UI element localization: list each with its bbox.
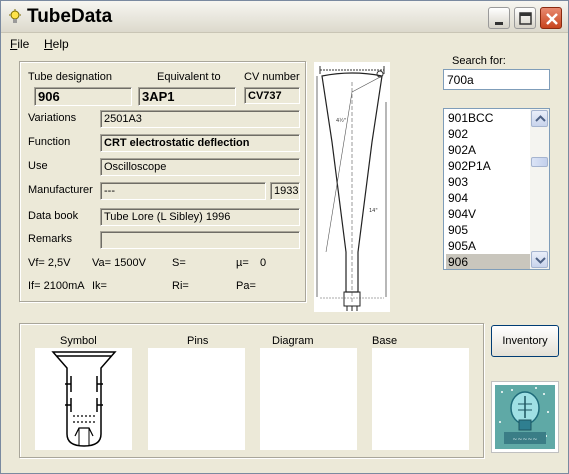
- close-button[interactable]: [540, 7, 562, 29]
- search-input[interactable]: 700a: [443, 69, 550, 90]
- tube-drawing-image: 4½" 14": [314, 62, 390, 312]
- svg-text:4½": 4½": [336, 117, 346, 124]
- list-item[interactable]: 902A: [446, 142, 530, 158]
- cv-label: CV number: [244, 71, 300, 83]
- menu-help[interactable]: Help: [44, 37, 69, 51]
- maximize-icon: [519, 12, 532, 25]
- svg-text:~~~~~: ~~~~~: [512, 436, 537, 443]
- if-value: If= 2100mA: [28, 280, 85, 292]
- year-field[interactable]: 1933: [270, 182, 300, 200]
- pins-title: Pins: [187, 335, 209, 347]
- title-bar[interactable]: TubeData: [1, 1, 568, 33]
- pins-panel: [148, 348, 245, 450]
- data-book-label: Data book: [28, 210, 79, 222]
- chevron-up-icon: [535, 115, 546, 122]
- manufacturer-field[interactable]: ---: [100, 182, 266, 200]
- manufacturer-label: Manufacturer: [28, 184, 93, 196]
- svg-text:14": 14": [369, 208, 378, 214]
- tube-details-group: Tube designation Equivalent to CV number…: [19, 61, 306, 302]
- data-book-field[interactable]: Tube Lore (L Sibley) 1996: [100, 208, 300, 226]
- main-window: TubeData File Help Tube designation Equi…: [0, 0, 569, 474]
- ri-value: Ri=: [172, 280, 189, 292]
- list-item-selected[interactable]: 906: [446, 254, 530, 269]
- menu-file[interactable]: File: [10, 37, 29, 51]
- use-field[interactable]: Oscilloscope: [100, 158, 300, 176]
- ik-value: Ik=: [92, 280, 107, 292]
- search-label: Search for:: [452, 55, 506, 67]
- function-label: Function: [28, 136, 71, 148]
- base-panel: [372, 348, 469, 450]
- lightbulb-icon: [9, 9, 21, 23]
- designation-field[interactable]: 906: [34, 87, 132, 106]
- close-icon: [546, 13, 558, 25]
- use-label: Use: [28, 160, 48, 172]
- scroll-up-button[interactable]: [531, 110, 548, 127]
- list-item[interactable]: 903: [446, 174, 530, 190]
- mu-label: µ=: [236, 257, 249, 269]
- list-item[interactable]: 904V: [446, 206, 530, 222]
- base-title: Base: [372, 335, 398, 347]
- variations-label: Variations: [28, 112, 77, 124]
- va-value: Va= 1500V: [92, 257, 146, 269]
- chevron-down-icon: [535, 257, 546, 264]
- equivalent-label: Equivalent to: [157, 71, 221, 83]
- tube-logo-icon: ~~~~~: [492, 382, 558, 452]
- diagram-title: Diagram: [272, 335, 314, 347]
- vf-value: Vf= 2,5V: [28, 257, 71, 269]
- designation-label: Tube designation: [28, 71, 112, 83]
- list-item[interactable]: 902P1A: [446, 158, 530, 174]
- list-item[interactable]: 905A: [446, 238, 530, 254]
- variations-field[interactable]: 2501A3: [100, 110, 300, 128]
- crt-symbol-icon: [51, 351, 117, 447]
- maximize-button[interactable]: [514, 7, 536, 29]
- cv-field[interactable]: CV737: [244, 87, 300, 104]
- remarks-field[interactable]: [100, 231, 300, 249]
- tube-listbox[interactable]: 901BCC 902 902A 902P1A 903 904 904V 905 …: [443, 108, 550, 270]
- scroll-thumb[interactable]: [531, 157, 548, 167]
- menu-help-accelerator: H: [44, 37, 53, 51]
- menu-bar: File Help: [1, 34, 568, 54]
- s-value: S=: [172, 257, 186, 269]
- list-item[interactable]: 905: [446, 222, 530, 238]
- minimize-button[interactable]: [488, 7, 510, 29]
- symbol-title: Symbol: [60, 335, 97, 347]
- symbol-panel: [35, 348, 132, 450]
- menu-help-label: elp: [52, 37, 69, 51]
- list-item[interactable]: 902: [446, 126, 530, 142]
- menu-file-label: ile: [17, 37, 30, 51]
- equivalent-field[interactable]: 3AP1: [138, 87, 236, 106]
- function-field[interactable]: CRT electrostatic deflection: [100, 134, 300, 152]
- app-logo: ~~~~~: [491, 381, 559, 453]
- inventory-button[interactable]: Inventory: [491, 325, 559, 357]
- crt-drawing: 4½" 14": [316, 66, 387, 311]
- minimize-icon: [495, 22, 503, 25]
- remarks-label: Remarks: [28, 233, 73, 245]
- window-title: TubeData: [27, 6, 113, 27]
- pa-value: Pa=: [236, 280, 256, 292]
- list-scrollbar[interactable]: [530, 109, 549, 269]
- mu-value: 0: [260, 257, 267, 269]
- list-item[interactable]: 901BCC: [446, 110, 530, 126]
- diagram-panel: [260, 348, 357, 450]
- list-item[interactable]: 904: [446, 190, 530, 206]
- scroll-down-button[interactable]: [531, 251, 548, 268]
